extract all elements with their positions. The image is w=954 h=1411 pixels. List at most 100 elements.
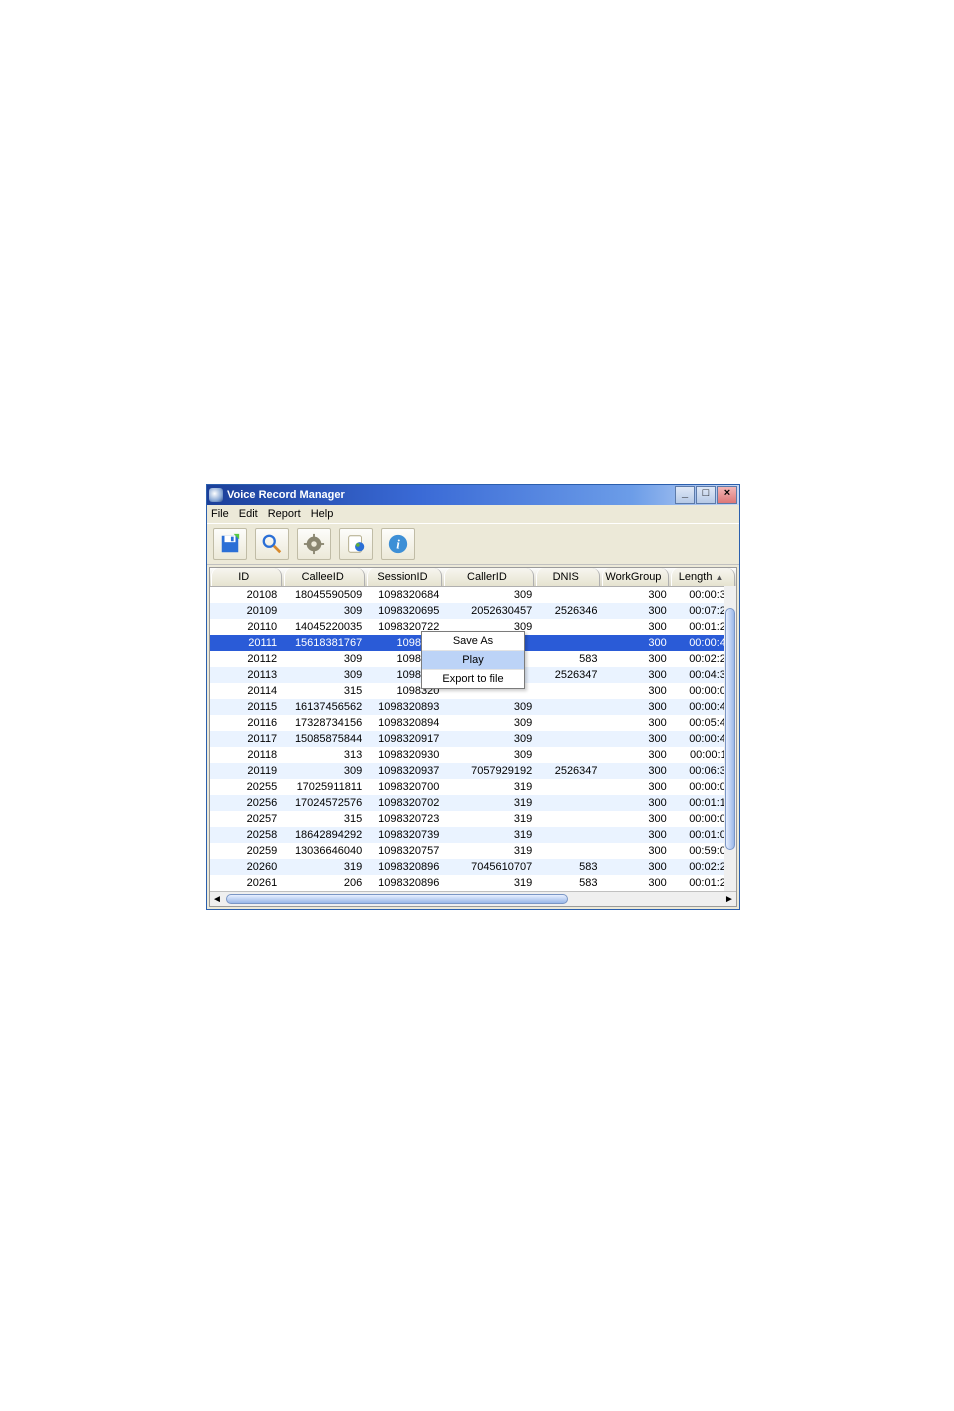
cell: 2526347 bbox=[536, 765, 601, 777]
table-row[interactable]: 2010818045590509109832068430930000:00:30 bbox=[210, 587, 736, 603]
close-button[interactable]: × bbox=[717, 486, 737, 504]
cell: 20112 bbox=[210, 653, 283, 665]
toolbar-info-button[interactable]: i bbox=[381, 528, 415, 560]
cell: 20116 bbox=[210, 717, 283, 729]
menu-edit[interactable]: Edit bbox=[239, 508, 258, 520]
column-header-length[interactable]: Length▲ bbox=[671, 568, 735, 586]
cell: 1098320757 bbox=[366, 845, 443, 857]
cell: 300 bbox=[602, 701, 671, 713]
info-icon: i bbox=[387, 533, 409, 555]
cell: 20108 bbox=[210, 589, 283, 601]
grid-header: ID CalleeID SessionID CallerID DNIS Work… bbox=[210, 568, 736, 587]
cell: 1098320695 bbox=[366, 605, 443, 617]
cell: 319 bbox=[443, 813, 536, 825]
menu-file[interactable]: File bbox=[211, 508, 229, 520]
table-row[interactable]: 202603191098320896704561070758330000:02:… bbox=[210, 859, 736, 875]
vscroll-thumb[interactable] bbox=[725, 608, 735, 850]
column-header-session[interactable]: SessionID bbox=[367, 568, 442, 586]
table-row[interactable]: 2025913036646040109832075731930000:59:07 bbox=[210, 843, 736, 859]
cell: 15618381767 bbox=[283, 637, 366, 649]
cell: 20114 bbox=[210, 685, 283, 697]
save-icon bbox=[219, 533, 241, 555]
titlebar[interactable]: Voice Record Manager _ □ × bbox=[207, 485, 739, 505]
cell: 1098320739 bbox=[366, 829, 443, 841]
context-play[interactable]: Play bbox=[422, 651, 524, 670]
cell: 13036646040 bbox=[283, 845, 366, 857]
cell: 17024572576 bbox=[283, 797, 366, 809]
cell: 1098320893 bbox=[366, 701, 443, 713]
cell: 309 bbox=[443, 717, 536, 729]
cell: 300 bbox=[602, 765, 671, 777]
cell: 319 bbox=[443, 877, 536, 889]
toolbar-db-button[interactable] bbox=[339, 528, 373, 560]
hscroll-right-arrow[interactable]: ► bbox=[722, 893, 736, 905]
cell: 2526346 bbox=[536, 605, 601, 617]
hscroll-track[interactable] bbox=[224, 893, 722, 905]
cell: 309 bbox=[443, 733, 536, 745]
cell: 18045590509 bbox=[283, 589, 366, 601]
menubar: File Edit Report Help bbox=[207, 505, 739, 523]
context-export[interactable]: Export to file bbox=[422, 670, 524, 688]
toolbar-save-button[interactable] bbox=[213, 528, 247, 560]
maximize-button[interactable]: □ bbox=[696, 486, 716, 504]
window-title: Voice Record Manager bbox=[227, 489, 675, 501]
cell: 319 bbox=[443, 797, 536, 809]
hscroll-left-arrow[interactable]: ◄ bbox=[210, 893, 224, 905]
cell: 300 bbox=[602, 877, 671, 889]
cell: 300 bbox=[602, 669, 671, 681]
context-save-as[interactable]: Save As bbox=[422, 632, 524, 651]
table-row[interactable]: 2011930910983209377057929192252634730000… bbox=[210, 763, 736, 779]
cell: 20115 bbox=[210, 701, 283, 713]
cell: 14045220035 bbox=[283, 621, 366, 633]
menu-report[interactable]: Report bbox=[268, 508, 301, 520]
cell: 309 bbox=[283, 765, 366, 777]
table-row[interactable]: 2025617024572576109832070231930000:01:17 bbox=[210, 795, 736, 811]
cell: 20110 bbox=[210, 621, 283, 633]
column-header-caller[interactable]: CallerID bbox=[444, 568, 534, 586]
hscroll-thumb[interactable] bbox=[226, 894, 568, 904]
cell: 17328734156 bbox=[283, 717, 366, 729]
table-row[interactable]: 20118313109832093030930000:00:11 bbox=[210, 747, 736, 763]
vertical-scrollbar[interactable] bbox=[724, 586, 736, 906]
table-row[interactable]: 2011516137456562109832089330930000:00:41 bbox=[210, 699, 736, 715]
cell: 20260 bbox=[210, 861, 283, 873]
cell: 300 bbox=[602, 605, 671, 617]
cell: 583 bbox=[536, 653, 601, 665]
cell: 20255 bbox=[210, 781, 283, 793]
cell: 319 bbox=[443, 845, 536, 857]
table-row[interactable]: 2010930910983206952052630457252634630000… bbox=[210, 603, 736, 619]
cell: 20111 bbox=[210, 637, 283, 649]
cell: 206 bbox=[283, 877, 366, 889]
minimize-button[interactable]: _ bbox=[675, 486, 695, 504]
app-window: Voice Record Manager _ □ × File Edit Rep… bbox=[206, 484, 740, 910]
table-row[interactable]: 20257315109832072331930000:00:06 bbox=[210, 811, 736, 827]
cell: 1098320684 bbox=[366, 589, 443, 601]
cell: 583 bbox=[536, 877, 601, 889]
menu-help[interactable]: Help bbox=[311, 508, 334, 520]
cell: 300 bbox=[602, 781, 671, 793]
cell: 1098320896 bbox=[366, 877, 443, 889]
toolbar-config-button[interactable] bbox=[297, 528, 331, 560]
cell: 7057929192 bbox=[443, 765, 536, 777]
column-header-dnis[interactable]: DNIS bbox=[536, 568, 600, 586]
column-header-id[interactable]: ID bbox=[211, 568, 282, 586]
column-header-callee[interactable]: CalleeID bbox=[284, 568, 365, 586]
cell: 300 bbox=[602, 637, 671, 649]
cell: 319 bbox=[283, 861, 366, 873]
table-row[interactable]: 20261206109832089631958330000:01:25 bbox=[210, 875, 736, 891]
cell: 1098320702 bbox=[366, 797, 443, 809]
table-row[interactable]: 2011617328734156109832089430930000:05:48 bbox=[210, 715, 736, 731]
grid-body[interactable]: 2010818045590509109832068430930000:00:30… bbox=[210, 587, 736, 891]
column-header-workgroup[interactable]: WorkGroup bbox=[602, 568, 670, 586]
cell: 300 bbox=[602, 797, 671, 809]
cell: 20257 bbox=[210, 813, 283, 825]
horizontal-scrollbar[interactable]: ◄ ► bbox=[210, 891, 736, 906]
table-row[interactable]: 2025517025911811109832070031930000:00:02 bbox=[210, 779, 736, 795]
table-row[interactable]: 2011715085875844109832091730930000:00:48 bbox=[210, 731, 736, 747]
cell: 300 bbox=[602, 845, 671, 857]
cell: 300 bbox=[602, 717, 671, 729]
table-row[interactable]: 2025818642894292109832073931930000:01:09 bbox=[210, 827, 736, 843]
toolbar-search-button[interactable] bbox=[255, 528, 289, 560]
cell: 1098320930 bbox=[366, 749, 443, 761]
app-icon bbox=[209, 488, 223, 502]
